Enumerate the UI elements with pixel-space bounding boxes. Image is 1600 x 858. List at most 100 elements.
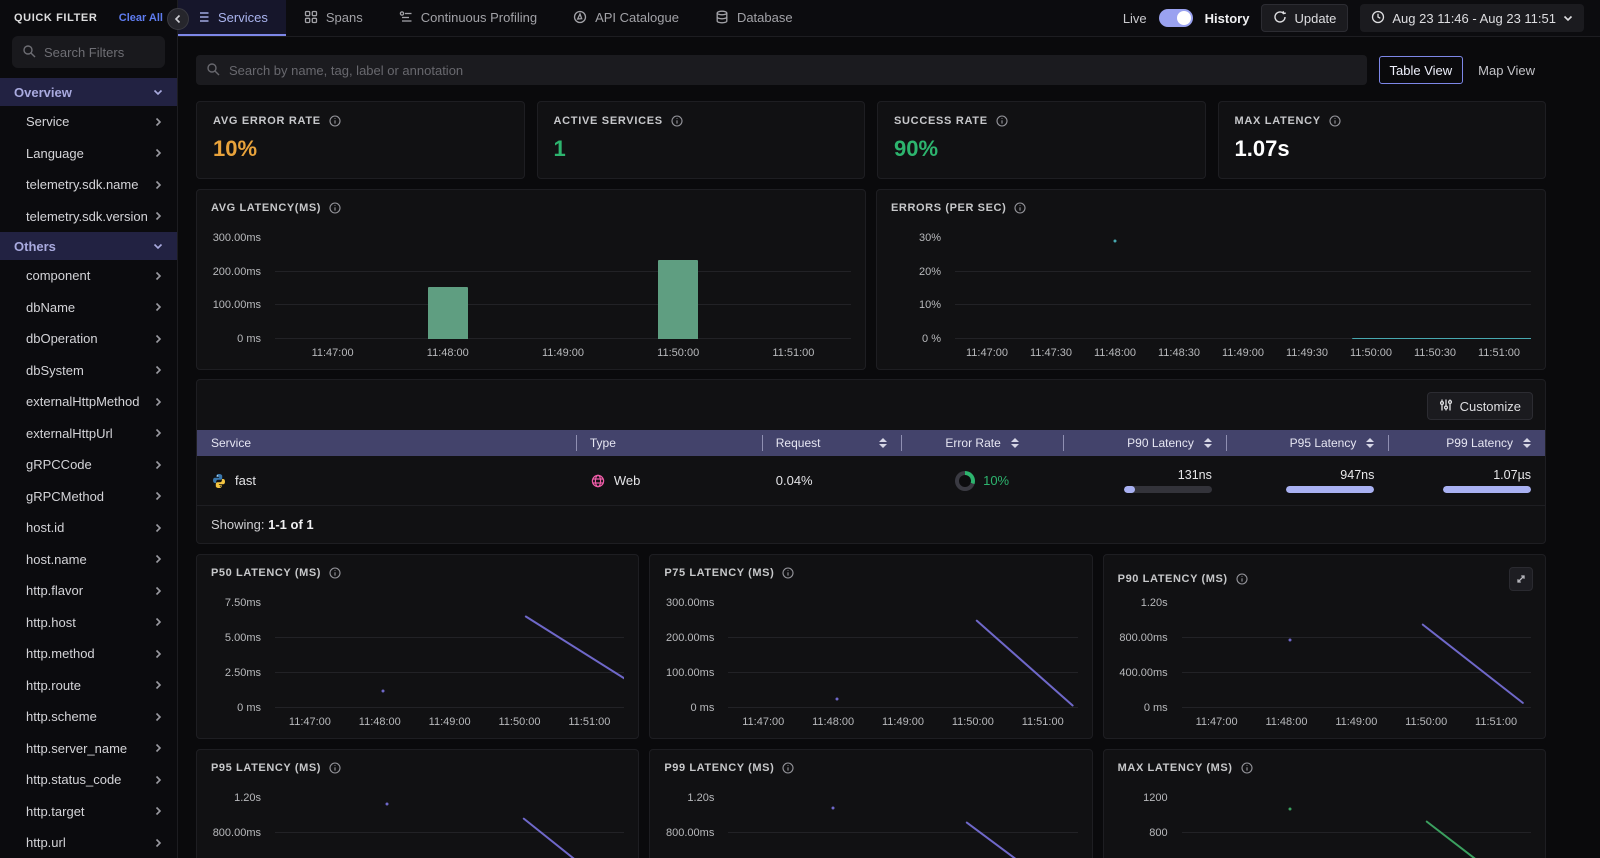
- info-icon[interactable]: [1329, 115, 1341, 127]
- sort-icon[interactable]: [1010, 438, 1019, 448]
- sidebar-item-http-server_name[interactable]: http.server_name: [0, 733, 177, 765]
- p95-latency-bar: [1286, 486, 1375, 493]
- chart-plot-area: [728, 798, 1078, 858]
- y-tick-label: 20%: [918, 265, 941, 278]
- chart-data-point: [1288, 638, 1292, 642]
- x-tick-label: 11:47:00: [742, 716, 785, 728]
- x-tick-label: 11:47:00: [965, 347, 1009, 359]
- showing-count: 1-1 of 1: [268, 517, 314, 532]
- sidebar-item-dbSystem[interactable]: dbSystem: [0, 355, 177, 387]
- tab-services[interactable]: Services: [178, 0, 286, 36]
- sidebar-item-externalHttpMethod[interactable]: externalHttpMethod: [0, 386, 177, 418]
- sidebar-item-telemetry-sdk-name[interactable]: telemetry.sdk.name: [0, 169, 177, 201]
- sidebar-item-host-id[interactable]: host.id: [0, 512, 177, 544]
- sidebar-item-label: host.name: [26, 551, 87, 567]
- info-icon[interactable]: [329, 202, 341, 214]
- chart-plot-area: [728, 603, 1078, 708]
- sidebar-item-label: http.target: [26, 803, 85, 819]
- table-view-button[interactable]: Table View: [1378, 56, 1464, 84]
- y-tick-label: 1.20s: [1140, 597, 1168, 609]
- sidebar-item-http-status_code[interactable]: http.status_code: [0, 764, 177, 796]
- info-icon[interactable]: [782, 762, 794, 774]
- filter-search-input[interactable]: [44, 44, 155, 60]
- sidebar-item-dbName[interactable]: dbName: [0, 292, 177, 324]
- sidebar-item-http-host[interactable]: http.host: [0, 607, 177, 639]
- sort-icon[interactable]: [1203, 438, 1212, 448]
- sidebar-item-gRPCMethod[interactable]: gRPCMethod: [0, 481, 177, 513]
- sidebar-item-dbOperation[interactable]: dbOperation: [0, 323, 177, 355]
- search-icon: [206, 62, 220, 76]
- chart-line-segment: [524, 614, 625, 681]
- p99-latency-cell: 1.07µs: [1388, 468, 1545, 493]
- info-icon[interactable]: [1241, 762, 1253, 774]
- x-axis-labels: 11:47:00 11:48:00 11:49:00 11:50:00 11:51:00: [275, 716, 624, 730]
- tab-continuous-profiling[interactable]: Continuous Profiling: [381, 0, 555, 36]
- table-row[interactable]: fast Web 0.04% 10% 131ns 947ns 1.07µs: [197, 456, 1545, 506]
- sidebar-collapse-button[interactable]: [167, 8, 189, 30]
- service-search-bar[interactable]: [196, 55, 1367, 85]
- error-rate-donut: [955, 470, 976, 491]
- update-button[interactable]: Update: [1261, 4, 1349, 32]
- clear-all-link[interactable]: Clear All: [119, 12, 163, 24]
- date-range-picker[interactable]: Aug 23 11:46 - Aug 23 11:51: [1360, 4, 1584, 32]
- sidebar-item-http-method[interactable]: http.method: [0, 638, 177, 670]
- tab-label: Services: [218, 9, 268, 25]
- info-icon[interactable]: [329, 567, 341, 579]
- sidebar-item-http-route[interactable]: http.route: [0, 670, 177, 702]
- sidebar-item-Language[interactable]: Language: [0, 138, 177, 170]
- sidebar-item-Service[interactable]: Service: [0, 106, 177, 138]
- column-header-service: Service: [197, 430, 576, 456]
- stat-card-avg-error-rate: AVG ERROR RATE 10%: [196, 101, 525, 179]
- clock-icon: [1371, 10, 1385, 24]
- x-tick-label: 11:47:00: [1195, 716, 1238, 728]
- y-tick-label: 30%: [918, 232, 941, 244]
- sidebar-item-http-url[interactable]: http.url: [0, 827, 177, 858]
- chart-bar[interactable]: [658, 259, 699, 339]
- chart-bar[interactable]: [427, 286, 468, 339]
- chart-p90-latency: P90 LATENCY (MS) 0 ms 400.00ms 800.00ms 1.20…: [1102, 554, 1546, 739]
- info-icon[interactable]: [329, 115, 341, 127]
- live-history-toggle[interactable]: [1158, 9, 1193, 27]
- gridline: [275, 672, 625, 674]
- table-footer: Showing: 1-1 of 1: [197, 506, 1545, 543]
- sort-icon[interactable]: [878, 438, 887, 448]
- sidebar-item-component[interactable]: component: [0, 260, 177, 292]
- map-view-button[interactable]: Map View: [1467, 56, 1546, 84]
- sidebar-item-telemetry-sdk-version[interactable]: telemetry.sdk.version: [0, 201, 177, 233]
- info-icon[interactable]: [1236, 573, 1248, 585]
- column-header-p90-latency[interactable]: P90 Latency: [1063, 430, 1226, 456]
- info-icon[interactable]: [782, 567, 794, 579]
- filter-section-overview[interactable]: Overview: [0, 78, 177, 106]
- tab-api-catalogue[interactable]: API Catalogue: [555, 0, 697, 36]
- sidebar-item-http-scheme[interactable]: http.scheme: [0, 701, 177, 733]
- sort-icon[interactable]: [1366, 438, 1375, 448]
- customize-button[interactable]: Customize: [1426, 392, 1533, 420]
- x-tick-label: 11:48:00: [358, 716, 401, 728]
- column-header-request[interactable]: Request: [761, 430, 901, 456]
- sidebar-item-http-flavor[interactable]: http.flavor: [0, 575, 177, 607]
- filter-search-box[interactable]: [12, 36, 165, 68]
- info-icon[interactable]: [671, 115, 683, 127]
- sidebar-item-externalHttpUrl[interactable]: externalHttpUrl: [0, 418, 177, 450]
- sidebar-item-http-target[interactable]: http.target: [0, 796, 177, 828]
- filter-section-others[interactable]: Others: [0, 232, 177, 260]
- sort-icon[interactable]: [1523, 438, 1532, 448]
- column-header-error-rate[interactable]: Error Rate: [900, 430, 1064, 456]
- sidebar-item-label: component: [26, 268, 91, 284]
- sidebar-item-host-name[interactable]: host.name: [0, 544, 177, 576]
- info-icon[interactable]: [996, 115, 1008, 127]
- showing-label: Showing:: [211, 517, 265, 532]
- info-icon[interactable]: [1014, 202, 1026, 214]
- chart-data-point: [831, 806, 835, 810]
- tab-spans[interactable]: Spans: [286, 0, 381, 36]
- x-axis-labels: 11:47:00 11:48:00 11:49:00 11:50:00 11:51:00: [728, 716, 1077, 730]
- column-header-p95-latency[interactable]: P95 Latency: [1225, 430, 1389, 456]
- y-tick-label: 800.00ms: [212, 827, 261, 840]
- column-header-p99-latency[interactable]: P99 Latency: [1388, 430, 1545, 456]
- service-search-input[interactable]: [229, 62, 1357, 78]
- sidebar-item-gRPCCode[interactable]: gRPCCode: [0, 449, 177, 481]
- stat-card-value: 10%: [213, 136, 258, 161]
- info-icon[interactable]: [329, 762, 341, 774]
- expand-chart-button[interactable]: [1509, 567, 1533, 591]
- tab-database[interactable]: Database: [697, 0, 811, 36]
